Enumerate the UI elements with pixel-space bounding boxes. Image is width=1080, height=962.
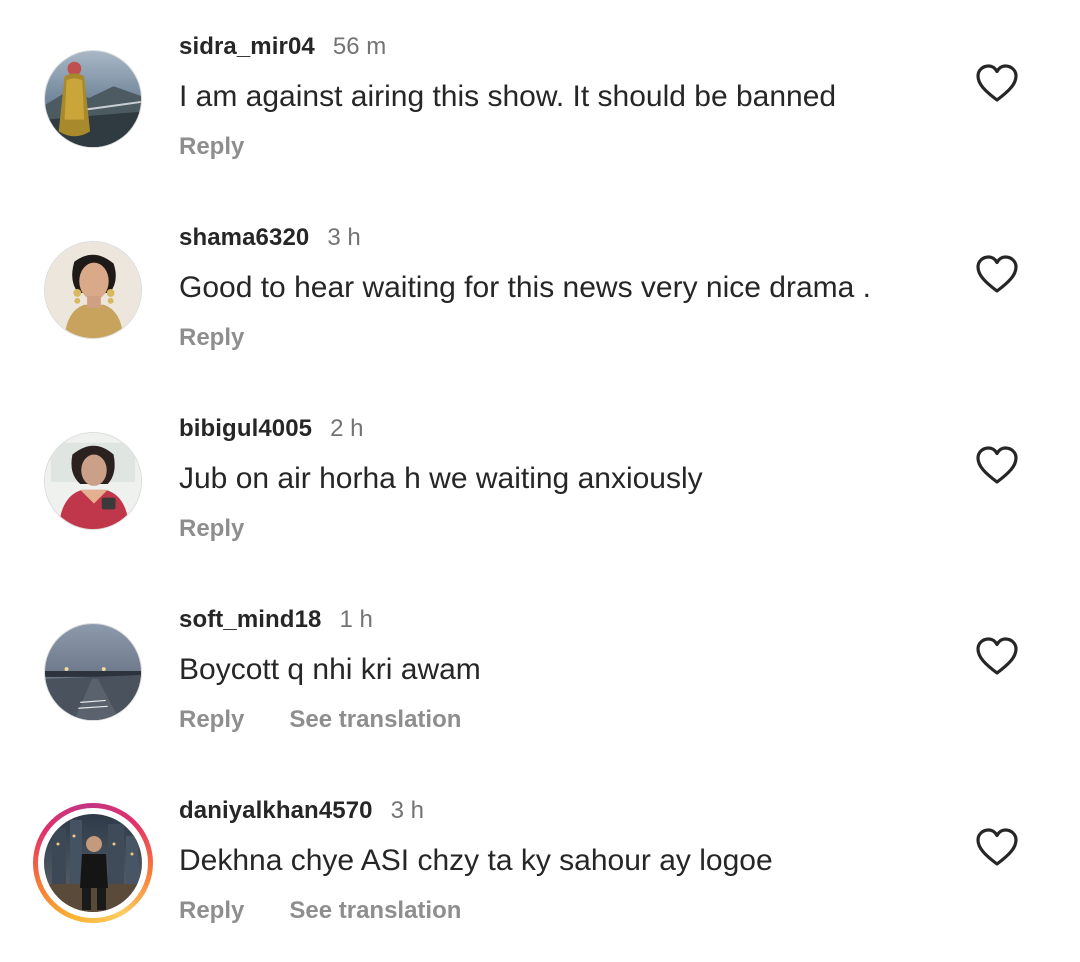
comment-username[interactable]: shama6320 [179, 224, 309, 252]
comment-actions: Reply [179, 321, 244, 355]
see-translation-button[interactable]: See translation [289, 706, 461, 734]
comment-username[interactable]: soft_mind18 [179, 606, 321, 634]
comment-timestamp: 56 m [332, 33, 387, 60]
avatar-image [45, 433, 141, 529]
comment-item: soft_mind18 1 h Boycott q nhi kri awam R… [0, 573, 1080, 764]
comment-meta: soft_mind18 1 h [179, 603, 373, 637]
avatar-image [44, 814, 142, 912]
comment-text: Good to hear waiting for this news very … [179, 271, 871, 304]
avatar[interactable] [44, 50, 142, 148]
comment-meta: daniyalkhan4570 3 h [179, 794, 424, 828]
like-heart-icon[interactable] [975, 445, 1019, 485]
comment-meta: bibigul4005 2 h [179, 412, 364, 446]
like-heart-icon[interactable] [975, 254, 1019, 294]
comment-username[interactable]: bibigul4005 [179, 415, 312, 443]
avatar[interactable] [44, 241, 142, 339]
reply-button[interactable]: Reply [179, 133, 244, 161]
comment-item: daniyalkhan4570 3 h Dekhna chye ASI chzy… [0, 764, 1080, 955]
comment-item: shama6320 3 h Good to hear waiting for t… [0, 191, 1080, 382]
comment-item: sidra_mir04 56 m I am against airing thi… [0, 0, 1080, 191]
comment-text: Boycott q nhi kri awam [179, 653, 481, 686]
comment-timestamp: 2 h [330, 415, 364, 442]
comment-text: Dekhna chye ASI chzy ta ky sahour ay log… [179, 844, 773, 877]
avatar[interactable] [44, 814, 142, 912]
reply-button[interactable]: Reply [179, 515, 244, 543]
comment-timestamp: 3 h [390, 797, 424, 824]
like-heart-icon[interactable] [975, 63, 1019, 103]
avatar-image [45, 51, 141, 147]
comment-username[interactable]: daniyalkhan4570 [179, 797, 373, 825]
comment-text: I am against airing this show. It should… [179, 80, 837, 113]
comment-meta: sidra_mir04 56 m [179, 30, 386, 64]
reply-button[interactable]: Reply [179, 324, 244, 352]
avatar-image [45, 242, 141, 338]
comment-actions: Reply [179, 130, 244, 164]
avatar-image [45, 624, 141, 720]
comment-username[interactable]: sidra_mir04 [179, 33, 315, 61]
avatar[interactable] [44, 623, 142, 721]
comment-timestamp: 3 h [327, 224, 361, 251]
comment-actions: Reply See translation [179, 703, 461, 737]
reply-button[interactable]: Reply [179, 897, 244, 925]
comment-item: bibigul4005 2 h Jub on air horha h we wa… [0, 382, 1080, 573]
avatar[interactable] [44, 432, 142, 530]
comment-text: Jub on air horha h we waiting anxiously [179, 462, 703, 495]
see-translation-button[interactable]: See translation [289, 897, 461, 925]
like-heart-icon[interactable] [975, 827, 1019, 867]
comment-timestamp: 1 h [339, 606, 373, 633]
reply-button[interactable]: Reply [179, 706, 244, 734]
comment-meta: shama6320 3 h [179, 221, 361, 255]
like-heart-icon[interactable] [975, 636, 1019, 676]
comment-actions: Reply See translation [179, 894, 461, 928]
story-ring[interactable] [33, 803, 153, 923]
comment-actions: Reply [179, 512, 244, 546]
